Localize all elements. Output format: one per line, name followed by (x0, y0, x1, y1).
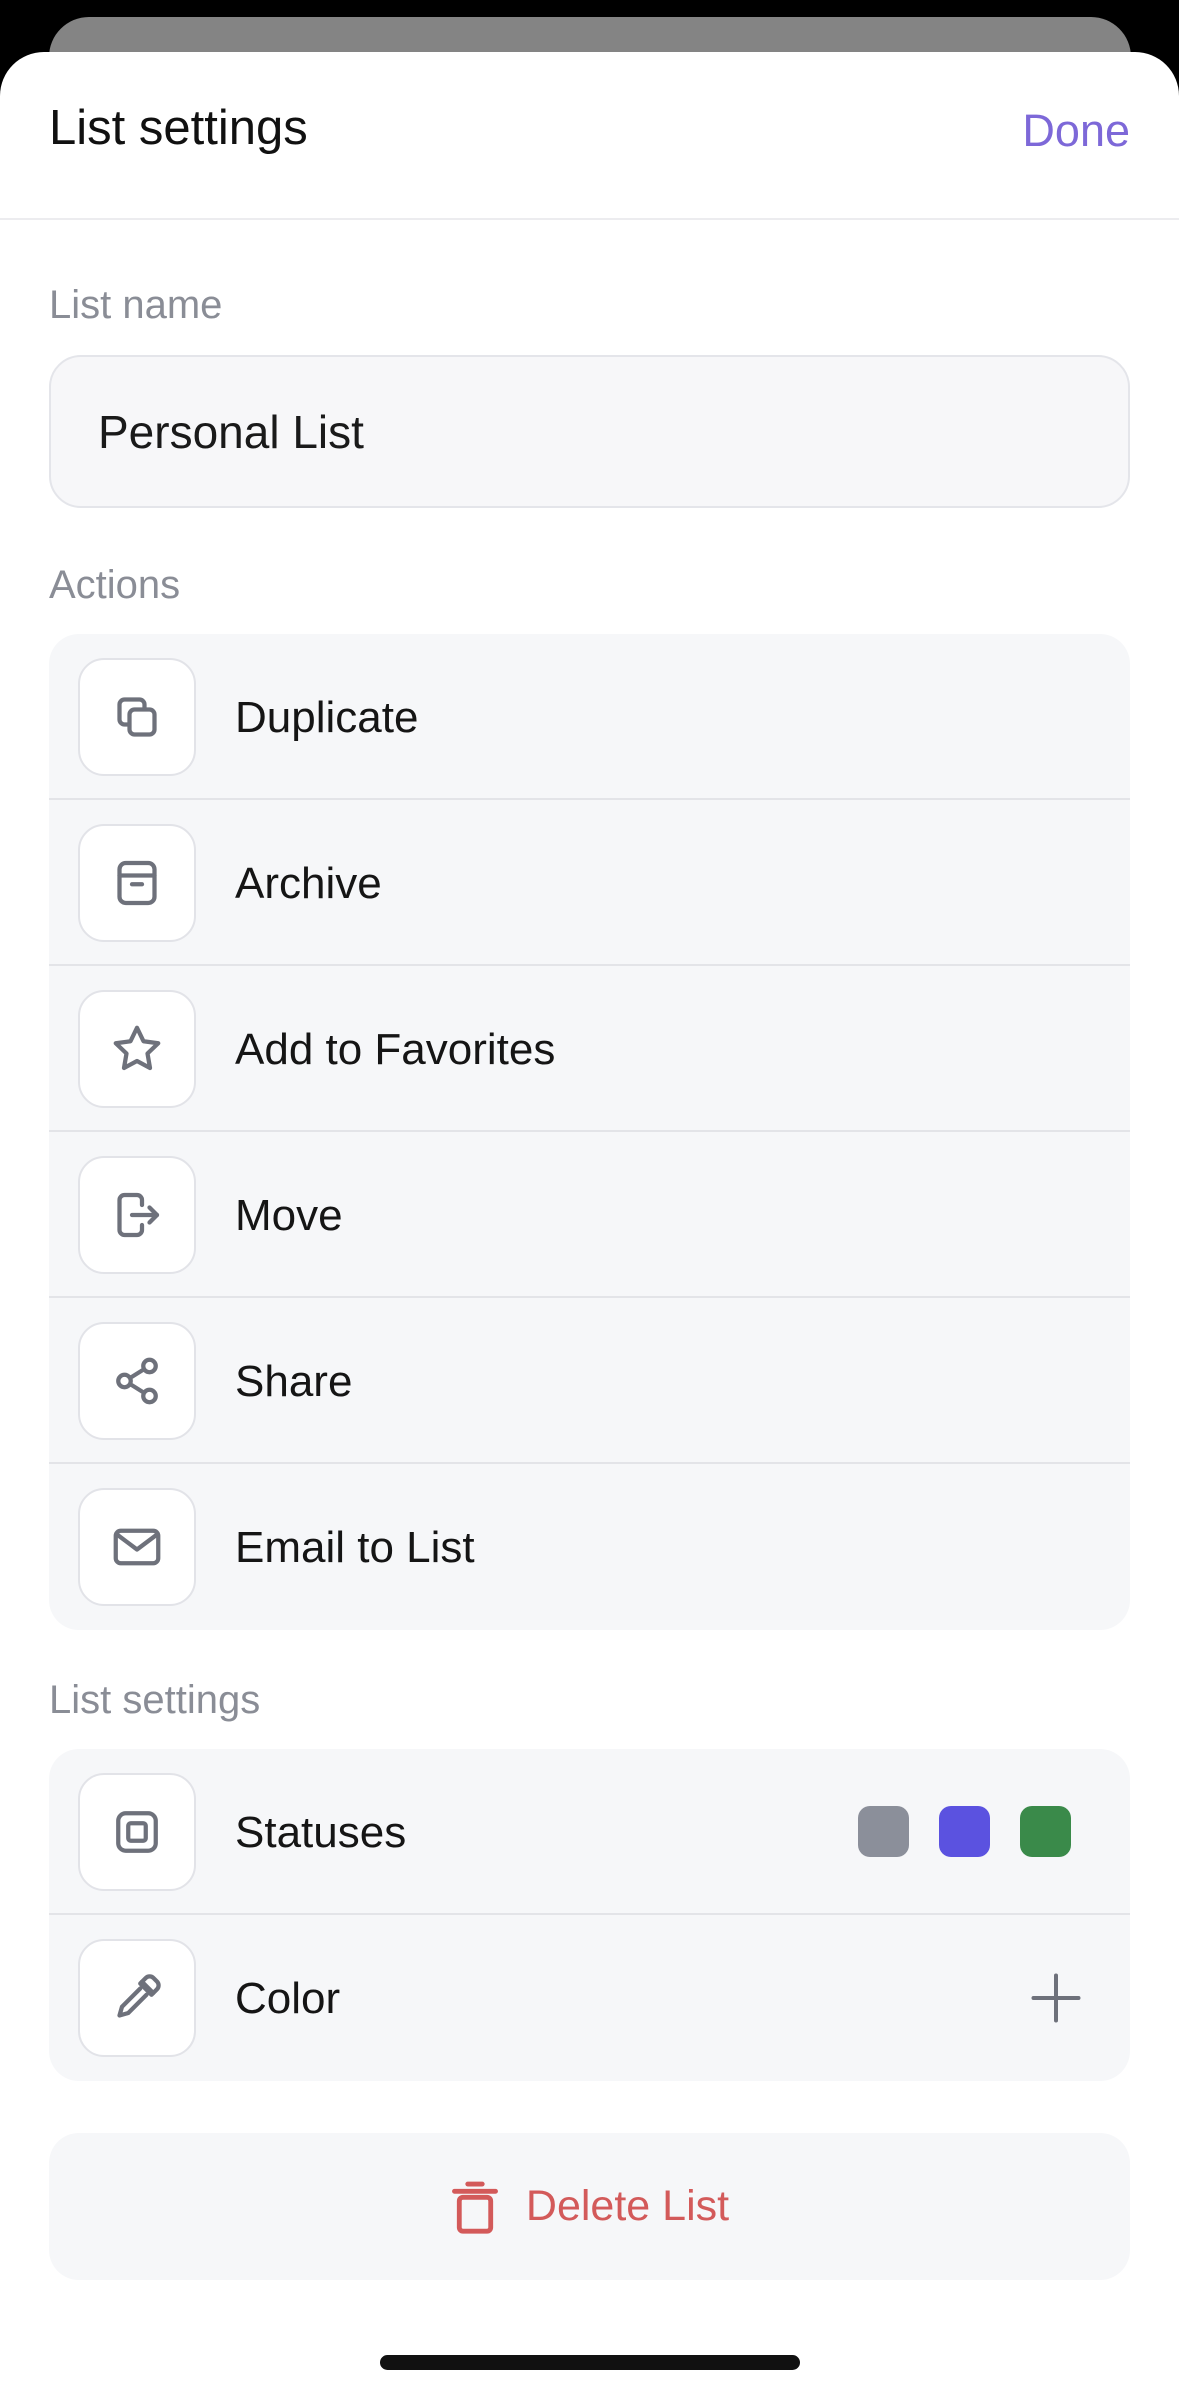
list-settings-section-label: List settings (49, 1678, 261, 1722)
done-button[interactable]: Done (1022, 108, 1130, 153)
plus-icon[interactable] (1026, 1968, 1086, 2028)
archive-icon (78, 824, 196, 942)
action-label: Share (235, 1357, 353, 1406)
action-duplicate[interactable]: Duplicate (49, 634, 1130, 800)
actions-section-label: Actions (49, 563, 181, 607)
list-name-label: List name (49, 283, 223, 327)
action-label: Move (235, 1191, 343, 1240)
trash-icon (451, 2181, 498, 2234)
star-icon (78, 990, 196, 1108)
home-indicator (380, 2355, 800, 2370)
statuses-icon (78, 1773, 196, 1891)
list-settings-group: Statuses Color (49, 1749, 1130, 2081)
delete-list-label: Delete List (525, 2182, 730, 2230)
status-swatch (858, 1806, 909, 1857)
action-label: Duplicate (235, 693, 419, 742)
action-label: Add to Favorites (235, 1025, 556, 1074)
action-label: Email to List (235, 1523, 475, 1572)
delete-list-button[interactable]: Delete List (49, 2133, 1130, 2280)
setting-statuses[interactable]: Statuses (49, 1749, 1130, 1915)
list-settings-sheet: List settings Done List name Actions Dup… (0, 52, 1179, 2396)
status-swatch (939, 1806, 990, 1857)
action-email-to-list[interactable]: Email to List (49, 1464, 1130, 1628)
setting-label: Color (235, 1974, 341, 2023)
email-icon (78, 1488, 196, 1606)
actions-group: Duplicate Archive Add to Favorites Move … (49, 634, 1130, 1630)
page-title: List settings (49, 101, 308, 155)
eyedropper-icon (78, 1939, 196, 2057)
setting-label: Statuses (235, 1808, 407, 1857)
action-move[interactable]: Move (49, 1132, 1130, 1298)
setting-color[interactable]: Color (49, 1915, 1130, 2079)
status-color-swatches (858, 1806, 1071, 1857)
sheet-header: List settings Done (0, 52, 1179, 220)
move-icon (78, 1156, 196, 1274)
action-add-to-favorites[interactable]: Add to Favorites (49, 966, 1130, 1132)
action-archive[interactable]: Archive (49, 800, 1130, 966)
action-label: Archive (235, 859, 382, 908)
action-share[interactable]: Share (49, 1298, 1130, 1464)
duplicate-icon (78, 658, 196, 776)
status-swatch (1020, 1806, 1071, 1857)
list-name-input[interactable] (49, 355, 1130, 508)
share-icon (78, 1322, 196, 1440)
